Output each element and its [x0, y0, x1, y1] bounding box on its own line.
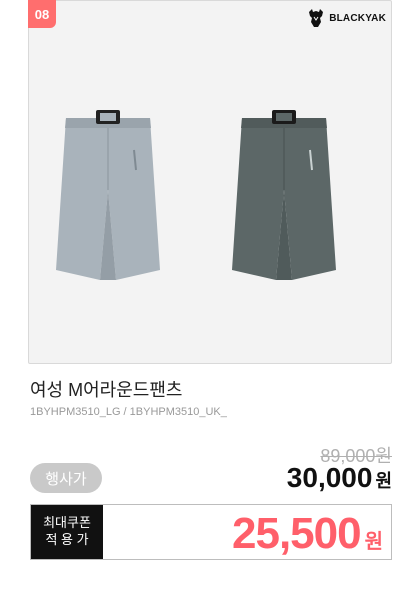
yak-icon: [309, 9, 324, 27]
rank-number: 08: [34, 6, 50, 22]
event-price-tag: 행사가: [30, 463, 102, 493]
product-variant-light-gray[interactable]: [38, 80, 178, 300]
shorts-light-gray-image: [56, 110, 160, 280]
coupon-price: 25,500 원: [232, 509, 383, 559]
sale-price-unit: 원: [375, 471, 392, 491]
brand-logo: BLACKYAK: [307, 6, 386, 30]
coupon-label-line2: 적 용 가: [45, 532, 89, 547]
product-title[interactable]: 여성 M어라운드팬츠: [30, 376, 182, 402]
coupon-label: 최대쿠폰 적 용 가: [31, 505, 103, 559]
sale-price-value: 30,000: [286, 462, 373, 493]
shorts-dark-gray-image: [232, 110, 336, 280]
coupon-price-unit: 원: [364, 531, 383, 553]
product-variant-dark-gray[interactable]: [214, 80, 354, 300]
coupon-price-box: 최대쿠폰 적 용 가 25,500 원: [30, 504, 392, 560]
coupon-price-value: 25,500: [232, 509, 362, 558]
event-price-label: 행사가: [45, 470, 87, 488]
product-codes: 1BYHPM3510_LG / 1BYHPM3510_UK_: [30, 406, 227, 418]
coupon-label-line1: 최대쿠폰: [43, 515, 91, 531]
sale-price: 30,000 원: [287, 462, 392, 494]
rank-badge: 08: [28, 0, 56, 28]
brand-name: BLACKYAK: [329, 12, 386, 24]
